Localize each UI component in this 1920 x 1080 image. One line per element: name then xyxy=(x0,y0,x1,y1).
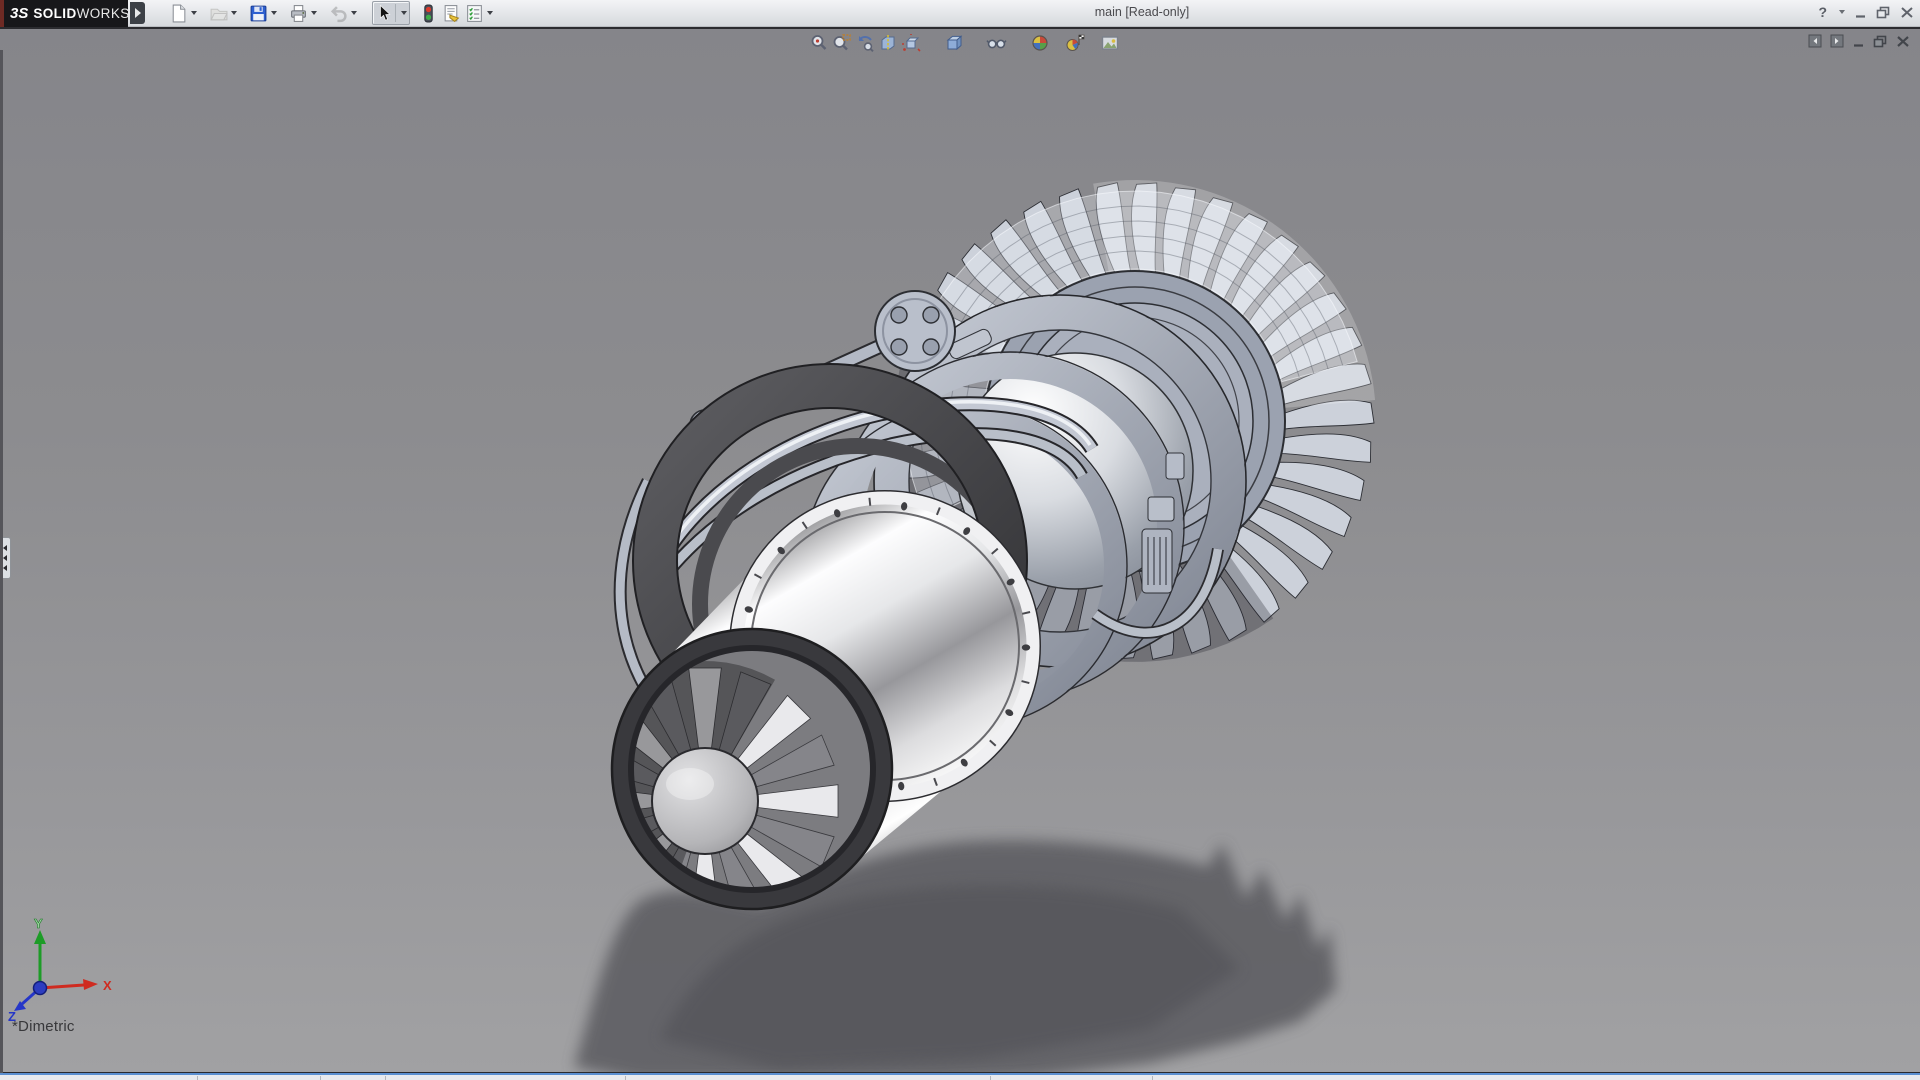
3ds-logo-glyph: 3S xyxy=(10,5,28,22)
dropdown-caret[interactable] xyxy=(271,11,277,15)
view-settings-button[interactable] xyxy=(1099,32,1120,53)
left-arrow-icon xyxy=(3,545,7,551)
solidworks-window: 3S SOLID WORKS xyxy=(0,0,1920,1080)
document-window-controls xyxy=(1808,34,1910,48)
left-arrow-icon xyxy=(3,565,7,571)
previous-view-button[interactable] xyxy=(854,32,875,53)
triad-x-label: X xyxy=(103,978,112,993)
reference-triad: Y X Z xyxy=(6,916,126,1021)
zoom-to-fit-button[interactable] xyxy=(808,32,829,53)
view-orientation-button[interactable] xyxy=(900,32,921,53)
status-strip-separator xyxy=(625,1076,626,1080)
undo-icon xyxy=(329,4,348,23)
select-cursor-icon xyxy=(375,4,393,22)
dropdown-caret[interactable] xyxy=(311,11,317,15)
view-orientation-icon xyxy=(901,33,921,53)
mount-plate[interactable] xyxy=(875,291,955,371)
zoom-to-area-icon xyxy=(832,33,852,53)
status-strip-separator xyxy=(320,1076,321,1080)
view-settings-icon xyxy=(1100,33,1120,53)
right-arrow-icon xyxy=(135,8,141,18)
open-folder-icon xyxy=(209,4,228,23)
dropdown-caret[interactable] xyxy=(231,11,237,15)
center-cap xyxy=(652,748,758,854)
menu-flyout-button[interactable] xyxy=(130,2,145,24)
status-strip xyxy=(0,1072,1920,1080)
save-button[interactable] xyxy=(248,2,278,24)
brand-light: WORKS xyxy=(77,6,130,21)
appearance-ball-icon xyxy=(1030,33,1050,53)
new-document-button[interactable] xyxy=(168,2,198,24)
left-arrow-icon xyxy=(3,555,7,561)
print-button[interactable] xyxy=(288,2,318,24)
minimize-button[interactable] xyxy=(1854,6,1867,19)
open-button[interactable] xyxy=(208,2,238,24)
model-jet-engine[interactable] xyxy=(0,29,1920,1073)
select-tool-active[interactable] xyxy=(372,1,410,25)
section-view-icon xyxy=(878,33,898,53)
brand-bold: SOLID xyxy=(33,6,76,21)
zoom-to-area-button[interactable] xyxy=(831,32,852,53)
status-strip-separator xyxy=(990,1076,991,1080)
help-button[interactable]: ? xyxy=(1818,4,1827,20)
view-orientation-label: *Dimetric xyxy=(12,1018,75,1035)
save-icon xyxy=(249,4,268,23)
standard-toolbar xyxy=(168,1,496,25)
new-document-icon xyxy=(169,4,188,23)
casing-latch xyxy=(1142,529,1172,593)
file-properties-button[interactable] xyxy=(441,2,462,24)
graphics-area[interactable]: Y X Z *Dimetric xyxy=(0,29,1920,1073)
previous-view-icon xyxy=(855,33,875,53)
document-close-button[interactable] xyxy=(1896,35,1910,48)
dropdown-caret[interactable] xyxy=(487,11,493,15)
display-style-icon xyxy=(944,33,964,53)
display-style-button[interactable] xyxy=(943,32,964,53)
undo-button[interactable] xyxy=(328,2,358,24)
options-icon xyxy=(465,4,484,23)
status-strip-separator xyxy=(385,1076,386,1080)
options-button[interactable] xyxy=(464,2,494,24)
eyeglasses-icon xyxy=(986,33,1007,53)
rebuild-button[interactable] xyxy=(418,2,439,24)
divider xyxy=(395,4,396,22)
app-window-controls: ? xyxy=(1818,2,1914,22)
status-strip-separator xyxy=(197,1076,198,1080)
rebuild-traffic-light-icon xyxy=(419,4,438,23)
apply-scene-icon xyxy=(1065,33,1085,53)
document-minimize-button[interactable] xyxy=(1852,35,1865,48)
zoom-to-fit-icon xyxy=(809,33,829,53)
titlebar: 3S SOLID WORKS xyxy=(0,0,1920,27)
solidworks-logo: 3S SOLID WORKS xyxy=(0,0,128,27)
heads-up-view-toolbar xyxy=(808,32,1122,53)
file-properties-icon xyxy=(442,4,461,23)
print-icon xyxy=(289,4,308,23)
apply-scene-button[interactable] xyxy=(1064,32,1085,53)
previous-window-button[interactable] xyxy=(1808,34,1822,48)
dropdown-caret[interactable] xyxy=(351,11,357,15)
hide-show-items-button[interactable] xyxy=(986,32,1007,53)
close-button[interactable] xyxy=(1900,6,1914,19)
document-title: main [Read-only] xyxy=(1062,5,1222,19)
window-left-border xyxy=(0,50,3,1073)
edit-appearance-button[interactable] xyxy=(1029,32,1050,53)
dropdown-caret[interactable] xyxy=(401,11,407,15)
restore-button[interactable] xyxy=(1876,6,1891,19)
section-view-button[interactable] xyxy=(877,32,898,53)
next-window-button[interactable] xyxy=(1830,34,1844,48)
triad-y-label: Y xyxy=(34,916,43,931)
help-dropdown-caret[interactable] xyxy=(1839,10,1845,14)
status-strip-separator xyxy=(1152,1076,1153,1080)
document-restore-button[interactable] xyxy=(1873,35,1888,48)
dropdown-caret[interactable] xyxy=(191,11,197,15)
